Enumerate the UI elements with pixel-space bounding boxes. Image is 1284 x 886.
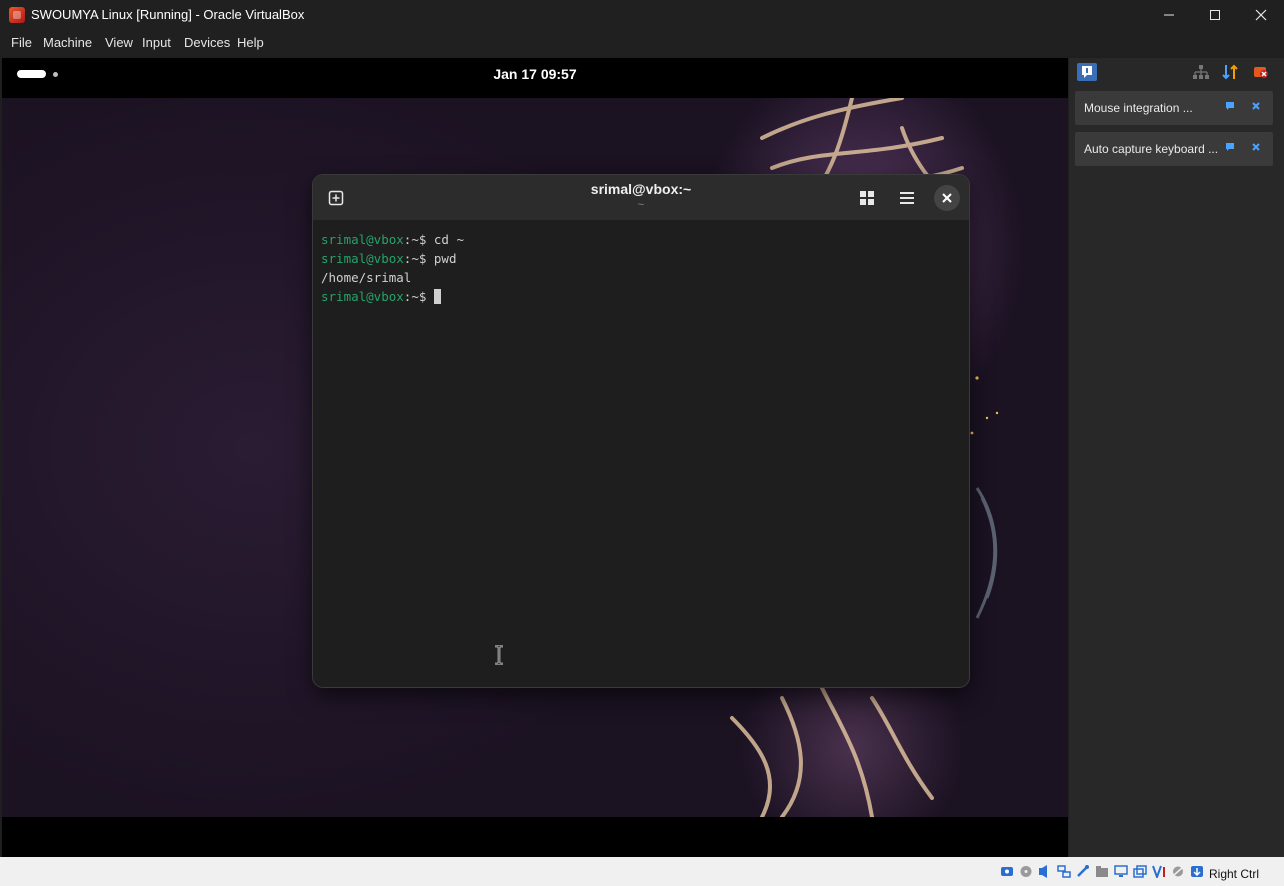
maximize-button[interactable] [1192,0,1238,30]
menu-devices[interactable]: Devices [184,35,230,50]
terminal-menu-button[interactable] [894,185,920,211]
terminal-window[interactable]: srimal@vbox:~ ~ srimal@vbox:~$ cd ~ srim… [313,175,969,687]
notification-text: Mouse integration ... [1084,101,1193,115]
minimize-button[interactable] [1146,0,1192,30]
display-icon[interactable] [1114,865,1128,878]
network-tree-icon [1193,65,1209,79]
recording-icon[interactable] [1133,865,1147,878]
notification-help-button[interactable] [1223,140,1237,154]
prompt-path: :~ [403,251,419,266]
menu-input[interactable]: Input [142,35,171,50]
prompt-path: :~ [403,289,419,304]
clock[interactable]: Jan 17 09:57 [2,66,1068,82]
ibeam-cursor-icon [495,645,503,665]
close-icon [1252,102,1260,110]
menubar: File Machine View Input Devices Help [0,30,1284,56]
tab-overview-button[interactable] [854,185,880,211]
notification-auto-capture-keyboard[interactable]: Auto capture keyboard ... [1075,132,1273,166]
hamburger-menu-icon [900,192,914,204]
notification-center: Mouse integration ... Auto capture keybo… [1069,58,1284,857]
chat-icon [1226,143,1234,151]
notification-close-button[interactable] [1249,99,1263,113]
terminal-line: srimal@vbox:~$ pwd [321,249,961,268]
shared-folders-icon[interactable] [1095,865,1109,878]
vm-bottom-letterbox [2,817,1068,857]
close-icon [1255,9,1267,21]
command-text: $ pwd [418,251,457,266]
notification-help-button[interactable] [1223,99,1237,113]
chat-icon [1226,102,1234,110]
prompt-user-host: srimal@vbox [321,289,404,304]
keyboard-capture-icon[interactable] [1190,865,1204,878]
menu-machine[interactable]: Machine [43,35,92,50]
prompt-path: :~ [403,232,419,247]
terminal-line: /home/srimal [321,268,961,287]
prompt-user-host: srimal@vbox [321,251,404,266]
optical-drive-icon[interactable] [1019,865,1033,878]
host-key-label[interactable]: Right Ctrl [1209,867,1259,881]
menu-help[interactable]: Help [237,35,264,50]
minimize-icon [1164,14,1174,16]
grid-icon [860,191,874,205]
clear-notifications-button[interactable] [1251,63,1271,81]
notification-center-toggle[interactable] [1077,63,1097,81]
terminal-line: srimal@vbox:~$ [321,287,961,306]
virtualbox-app-icon [9,7,25,23]
statusbar: Right Ctrl [0,857,1284,886]
hard-disk-icon[interactable] [1000,865,1014,878]
text-cursor [433,289,441,304]
command-output: /home/srimal [321,270,412,285]
menu-file[interactable]: File [11,35,32,50]
menu-view[interactable]: View [105,35,133,50]
window-titlebar: SWOUMYA Linux [Running] - Oracle Virtual… [0,0,1284,30]
sort-notifications-button[interactable] [1220,63,1240,81]
network-icon[interactable] [1057,865,1071,878]
usb-icon[interactable] [1076,865,1090,878]
message-icon [1082,66,1092,78]
mouse-integration-icon[interactable] [1171,865,1185,878]
audio-icon[interactable] [1038,865,1052,878]
terminal-close-button[interactable] [934,185,960,211]
command-text: $ cd ~ [418,232,465,247]
terminal-output[interactable]: srimal@vbox:~$ cd ~ srimal@vbox:~$ pwd /… [321,230,961,306]
window-title: SWOUMYA Linux [Running] - Oracle Virtual… [31,7,305,22]
close-window-button[interactable] [1238,0,1284,30]
notification-close-button[interactable] [1249,140,1263,154]
gnome-top-bar: Jan 17 09:57 [2,58,1068,98]
terminal-headerbar[interactable]: srimal@vbox:~ ~ [313,175,969,220]
cpu-icon[interactable] [1152,865,1166,878]
notification-text: Auto capture keyboard ... [1084,142,1219,156]
command-text: $ [418,289,434,304]
sort-arrows-icon [1222,64,1238,80]
clear-all-icon [1254,67,1268,78]
maximize-icon [1210,10,1220,20]
close-icon [1252,143,1260,151]
network-status-button[interactable] [1191,63,1211,81]
notification-mouse-integration[interactable]: Mouse integration ... [1075,91,1273,125]
terminal-line: srimal@vbox:~$ cd ~ [321,230,961,249]
prompt-user-host: srimal@vbox [321,232,404,247]
vm-display[interactable]: Jan 17 09:57 srimal@vbox:~ ~ srimal@vbox… [2,58,1068,857]
close-icon [942,193,952,203]
